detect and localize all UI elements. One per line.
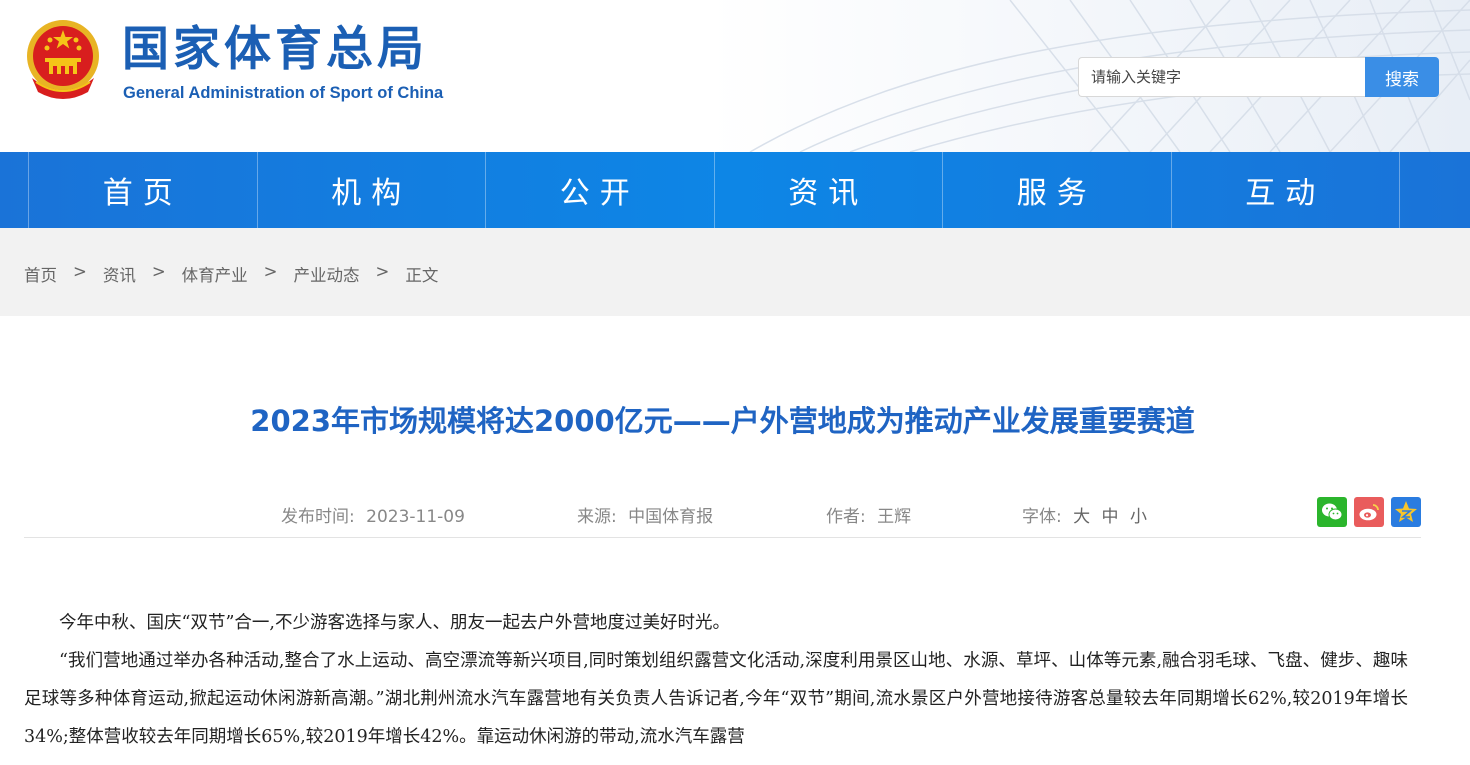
nav-item-services[interactable]: 服务 [942,152,1171,228]
source-value: 中国体育报 [628,507,714,527]
font-size-large[interactable]: 大 [1073,507,1090,527]
breadcrumb-separator: > [73,262,87,281]
breadcrumb-separator: > [151,262,166,281]
nav-item-home[interactable]: 首页 [28,152,257,228]
main-nav: 首页 机构 公开 资讯 服务 互动 [0,152,1470,228]
author-value: 王辉 [877,507,912,527]
source-label: 来源: [577,507,617,527]
nav-item-interaction[interactable]: 互动 [1170,152,1400,228]
breadcrumb-current: 正文 [405,266,439,285]
national-emblem-icon [27,20,99,99]
font-size-label: 字体: [1022,507,1062,527]
search-button[interactable]: 搜索 [1365,57,1439,97]
breadcrumb: 首页 > 资讯 > 体育产业 > 产业动态 > 正文 [24,262,438,286]
site-header: 国家体育总局 General Administration of Sport o… [0,0,1470,152]
breadcrumb-home[interactable]: 首页 [24,262,57,286]
article-paragraph: “我们营地通过举办各种活动,整合了水上运动、高空漂流等新兴项目,同时策划组织露营… [24,651,1408,747]
publish-info: 发布时间: 2023-11-09 [281,502,465,527]
author-info: 作者: 王辉 [826,502,911,527]
weibo-share-icon[interactable] [1354,497,1384,527]
search-input[interactable] [1078,57,1366,97]
meta-divider [24,537,1421,538]
breadcrumb-separator: > [263,262,278,281]
site-title-en[interactable]: General Administration of Sport of China [123,84,443,103]
wechat-share-icon[interactable] [1317,497,1347,527]
publish-date: 2023-11-09 [366,507,465,527]
article-title: 2023年市场规模将达2000亿元——户外营地成为推动产业发展重要赛道 [250,404,1195,438]
publish-label: 发布时间: [281,507,355,527]
font-size-medium[interactable]: 中 [1102,507,1119,527]
breadcrumb-sports-industry[interactable]: 体育产业 [182,262,248,286]
nav-item-public[interactable]: 公开 [485,152,714,228]
breadcrumb-news[interactable]: 资讯 [103,262,136,286]
breadcrumb-separator: > [375,262,390,281]
author-label: 作者: [826,507,866,527]
article-meta: 发布时间: 2023-11-09 来源: 中国体育报 作者: 王辉 字体: 大 … [0,500,1470,530]
nav-item-news[interactable]: 资讯 [713,152,943,228]
site-title-cn[interactable]: 国家体育总局 [122,22,428,78]
article-content: 今年中秋、国庆“双节”合一,不少游客选择与家人、朋友一起去户外营地度过美好时光。… [24,604,1408,756]
font-size-small[interactable]: 小 [1130,507,1147,527]
font-size-control: 字体: 大 中 小 [1022,502,1147,527]
source-info: 来源: 中国体育报 [577,502,713,527]
nav-item-organization[interactable]: 机构 [256,152,486,228]
qzone-share-icon[interactable] [1391,497,1421,527]
breadcrumb-industry-news[interactable]: 产业动态 [293,262,359,286]
breadcrumb-bar: 首页 > 资讯 > 体育产业 > 产业动态 > 正文 [0,228,1470,316]
article-paragraph: 今年中秋、国庆“双节”合一,不少游客选择与家人、朋友一起去户外营地度过美好时光。 [59,613,730,633]
